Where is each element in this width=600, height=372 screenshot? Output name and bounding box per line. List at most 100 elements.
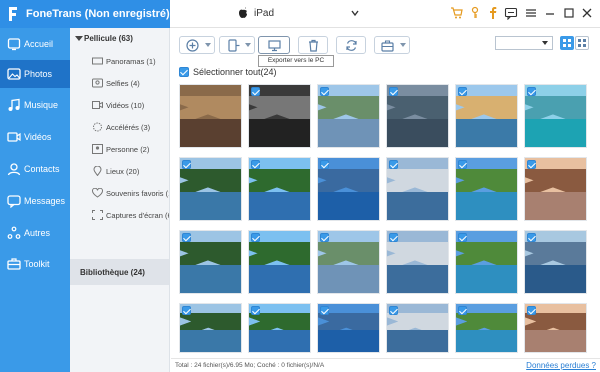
photo-thumbnail[interactable]: [317, 303, 380, 353]
photo-thumbnail[interactable]: [248, 157, 311, 221]
grid-view-button[interactable]: [560, 36, 574, 50]
sidebar-item-toolkit[interactable]: Toolkit: [0, 250, 70, 278]
sidebar-item-accueil[interactable]: Accueil: [0, 30, 70, 58]
sidebar-item-messages[interactable]: Messages: [0, 187, 70, 215]
photo-thumbnail[interactable]: [248, 84, 311, 148]
close-icon[interactable]: [580, 6, 594, 20]
photo-checkbox[interactable]: [389, 233, 398, 242]
sort-select[interactable]: [495, 36, 553, 50]
photo-checkbox[interactable]: [458, 233, 467, 242]
photo-checkbox[interactable]: [182, 233, 191, 242]
delete-button[interactable]: [298, 36, 328, 54]
photo-thumbnail[interactable]: [386, 303, 449, 353]
photo-foreground: [249, 330, 310, 352]
photo-thumbnail[interactable]: [248, 303, 311, 353]
photo-checkbox[interactable]: [458, 306, 467, 315]
photo-thumbnail[interactable]: [455, 157, 518, 221]
tree-item-selfies[interactable]: Selfies (4): [70, 72, 169, 94]
photo-thumbnail[interactable]: [248, 230, 311, 294]
photo-thumbnail[interactable]: [524, 157, 587, 221]
photo-thumbnail[interactable]: [524, 303, 587, 353]
tree-item-panoramas[interactable]: Panoramas (1): [70, 50, 169, 72]
photo-thumbnail[interactable]: [179, 230, 242, 294]
photo-checkbox[interactable]: [182, 306, 191, 315]
photo-thumbnail[interactable]: [386, 230, 449, 294]
tree-item-personne[interactable]: Personne (2): [70, 138, 169, 160]
tree-item-captures[interactable]: Captures d'écran (6): [70, 204, 169, 226]
tree-item-lieux[interactable]: Lieux (20): [70, 160, 169, 182]
photo-foreground: [456, 192, 517, 220]
photo-checkbox[interactable]: [320, 160, 329, 169]
photo-thumbnail[interactable]: [524, 230, 587, 294]
sidebar-item-videos[interactable]: Vidéos: [0, 123, 70, 151]
list-view-icon: [578, 39, 586, 47]
photo-checkbox[interactable]: [251, 233, 260, 242]
add-button[interactable]: [179, 36, 215, 54]
select-all-checkbox[interactable]: [179, 67, 189, 77]
select-all[interactable]: Sélectionner tout(24): [179, 66, 299, 78]
cart-icon[interactable]: [450, 6, 464, 20]
photo-landscape: [180, 96, 241, 121]
photo-thumbnail[interactable]: [455, 230, 518, 294]
export-device-button[interactable]: [219, 36, 255, 54]
photo-thumbnail[interactable]: [317, 230, 380, 294]
app-brand: FoneTrans (Non enregistré): [0, 0, 170, 28]
tree-item-videos[interactable]: Vidéos (10): [70, 94, 169, 116]
photo-checkbox[interactable]: [458, 87, 467, 96]
sidebar-item-musique[interactable]: Musique: [0, 91, 70, 119]
photo-checkbox[interactable]: [389, 87, 398, 96]
feedback-icon[interactable]: [504, 6, 518, 21]
photo-thumbnail[interactable]: [179, 84, 242, 148]
chevron-down-icon: [351, 10, 359, 17]
toolbox-button[interactable]: [374, 36, 410, 54]
photo-checkbox[interactable]: [251, 306, 260, 315]
sync-button[interactable]: [336, 36, 366, 54]
photo-checkbox[interactable]: [320, 87, 329, 96]
tree-item-label: Vidéos (10): [106, 101, 145, 110]
photo-checkbox[interactable]: [251, 160, 260, 169]
photo-thumbnail[interactable]: [179, 303, 242, 353]
lost-data-link[interactable]: Données perdues ?: [526, 361, 596, 370]
minimize-icon[interactable]: [543, 6, 557, 20]
photo-foreground: [525, 192, 586, 220]
photo-checkbox[interactable]: [251, 87, 260, 96]
photo-thumbnail[interactable]: [455, 303, 518, 353]
photo-landscape: [180, 242, 241, 267]
tree-item-souvenirs[interactable]: Souvenirs favoris (18): [70, 182, 169, 204]
photo-checkbox[interactable]: [182, 160, 191, 169]
photo-thumbnail[interactable]: [524, 84, 587, 148]
select-all-label: Sélectionner tout(24): [193, 67, 277, 77]
expand-triangle-icon[interactable]: [75, 36, 83, 41]
photo-checkbox[interactable]: [389, 160, 398, 169]
tree-item-bibliotheque[interactable]: Bibliothèque (24): [70, 259, 169, 285]
sidebar-item-autres[interactable]: Autres: [0, 219, 70, 247]
photo-thumbnail[interactable]: [386, 157, 449, 221]
photo-thumbnail[interactable]: [179, 157, 242, 221]
sidebar-item-contacts[interactable]: Contacts: [0, 155, 70, 183]
maximize-icon[interactable]: [562, 6, 576, 20]
photo-landscape: [249, 169, 310, 194]
menu-icon[interactable]: [524, 6, 538, 20]
photo-thumbnail[interactable]: [317, 84, 380, 148]
photo-thumbnail[interactable]: [455, 84, 518, 148]
photo-checkbox[interactable]: [320, 233, 329, 242]
export-pc-button[interactable]: [258, 36, 290, 54]
photo-checkbox[interactable]: [527, 160, 536, 169]
photo-checkbox[interactable]: [527, 87, 536, 96]
photo-checkbox[interactable]: [458, 160, 467, 169]
list-view-button[interactable]: [575, 36, 589, 50]
key-icon[interactable]: [468, 6, 482, 20]
photo-landscape: [456, 242, 517, 267]
tree-item-acceleres[interactable]: Accélérés (3): [70, 116, 169, 138]
photo-thumbnail[interactable]: [386, 84, 449, 148]
photo-checkbox[interactable]: [320, 306, 329, 315]
photo-landscape: [525, 96, 586, 121]
device-selector[interactable]: iPad: [238, 7, 364, 21]
tree-root-pellicule[interactable]: Pellicule (63): [70, 30, 169, 48]
sidebar-item-photos[interactable]: Photos: [0, 60, 70, 88]
photo-checkbox[interactable]: [389, 306, 398, 315]
photo-thumbnail[interactable]: [317, 157, 380, 221]
facebook-icon[interactable]: [486, 6, 500, 20]
photo-checkbox[interactable]: [527, 233, 536, 242]
photo-checkbox[interactable]: [527, 306, 536, 315]
